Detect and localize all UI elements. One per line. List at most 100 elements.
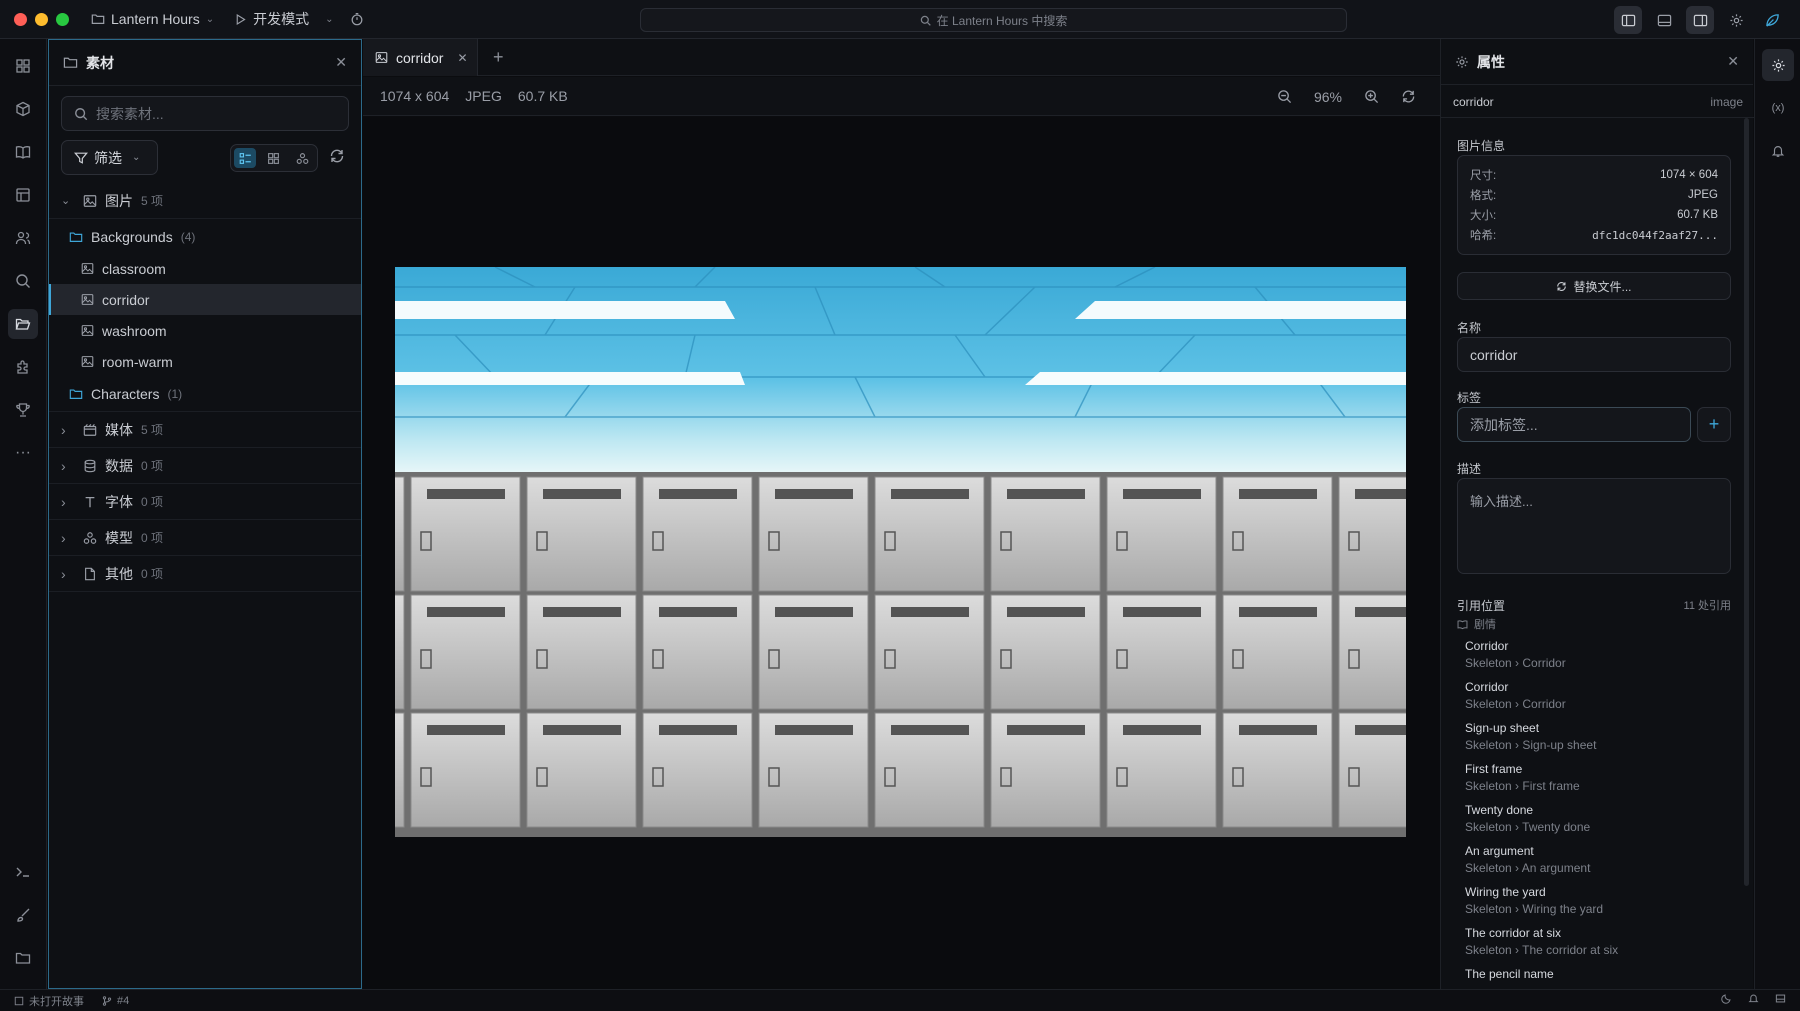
description-textarea[interactable]: 输入描述... [1457, 478, 1731, 574]
category-fonts[interactable]: › 字体 0 项 [49, 484, 361, 520]
panel-icon[interactable] [1775, 993, 1786, 1004]
category-data[interactable]: › 数据 0 项 [49, 448, 361, 484]
refresh-icon[interactable] [329, 148, 345, 164]
asset-item-corridor[interactable]: corridor [49, 284, 361, 315]
settings-gear-icon[interactable] [1722, 6, 1750, 34]
grid-view-icon[interactable] [263, 148, 285, 168]
chevron-right-icon: › [61, 457, 66, 474]
reference-item[interactable]: Corridor Skeleton › Corridor [1465, 680, 1566, 711]
reference-item[interactable]: Twenty done Skeleton › Twenty done [1465, 803, 1590, 834]
gear-icon[interactable] [1762, 49, 1794, 81]
tags-input[interactable]: 添加标签... [1457, 407, 1691, 442]
project-name: Lantern Hours [111, 11, 200, 27]
brush-icon[interactable] [8, 900, 38, 930]
category-media[interactable]: › 媒体 5 项 [49, 412, 361, 448]
zoom-out-icon[interactable] [1277, 89, 1292, 104]
asset-item-classroom[interactable]: classroom [49, 253, 361, 284]
search-icon[interactable] [8, 266, 38, 296]
category-count: 5 项 [141, 194, 164, 208]
story-status[interactable]: 未打开故事 [14, 993, 84, 1009]
toggle-bottom-panel-button[interactable] [1650, 6, 1678, 34]
reference-item[interactable]: Wiring the yard Skeleton › Wiring the yar… [1465, 885, 1603, 916]
list-view-icon[interactable] [234, 148, 257, 168]
bell-icon[interactable] [1762, 135, 1794, 167]
project-selector[interactable]: Lantern Hours ⌄ [91, 11, 214, 27]
puzzle-icon[interactable] [8, 352, 38, 382]
leaf-logo-icon[interactable] [1758, 6, 1786, 34]
lockers [395, 476, 1406, 828]
replace-file-button[interactable]: 替换文件... [1457, 272, 1731, 300]
book-icon[interactable] [8, 137, 38, 167]
reference-item[interactable]: Sign-up sheet Skeleton › Sign-up sheet [1465, 721, 1596, 752]
locker-vent [543, 489, 621, 499]
mode-selector[interactable]: 开发模式 ⌄ [234, 9, 334, 29]
layout-icon[interactable] [8, 180, 38, 210]
toggle-left-panel-button[interactable] [1614, 6, 1642, 34]
image-info-box: 尺寸: 1074 × 604 格式: JPEG 大小: 60.7 KB 哈希: dfc1… [1457, 155, 1731, 255]
locker-vent [775, 725, 853, 735]
moon-icon[interactable] [1721, 993, 1732, 1004]
asset-item-room-warm[interactable]: room-warm [49, 346, 361, 377]
folder-icon[interactable] [8, 943, 38, 973]
reference-item[interactable]: Corridor Skeleton › Corridor [1465, 639, 1566, 670]
maximize-window-button[interactable] [56, 12, 69, 26]
locker-vent [891, 607, 969, 617]
timer-icon[interactable] [350, 12, 364, 26]
cube-icon[interactable] [8, 94, 38, 124]
reference-item[interactable]: First frame Skeleton › First frame [1465, 762, 1580, 793]
folder-icon [91, 12, 105, 26]
asset-item-washroom[interactable]: washroom [49, 315, 361, 346]
asset-identity: corridor image [1453, 95, 1743, 109]
folder-backgrounds[interactable]: Backgrounds (4) [49, 220, 361, 253]
locker-vent [659, 725, 737, 735]
minimize-window-button[interactable] [35, 12, 48, 26]
category-other[interactable]: › 其他 0 项 [49, 556, 361, 592]
new-tab-button[interactable]: + [493, 47, 504, 68]
editor-tab-bar: corridor ✕ + [363, 39, 1440, 76]
variables-icon[interactable]: (x) [1762, 92, 1794, 124]
bell-icon[interactable] [1748, 993, 1759, 1004]
properties-panel: 属性 ✕ corridor image 图片信息 尺寸: 1074 × 604 格… [1440, 39, 1754, 989]
more-icon[interactable]: ··· [8, 438, 38, 468]
name-field[interactable]: corridor [1457, 337, 1731, 372]
dashboard-icon[interactable] [8, 51, 38, 81]
close-window-button[interactable] [14, 12, 27, 26]
window-controls [14, 12, 69, 26]
zoom-in-icon[interactable] [1364, 89, 1379, 104]
locker-vent [1355, 725, 1406, 735]
locker-vent [1007, 607, 1085, 617]
folder-open-icon[interactable] [8, 309, 38, 339]
chevron-down-icon: ⌄ [61, 195, 71, 207]
reference-item[interactable]: The corridor at six Skeleton › The corrid… [1465, 926, 1618, 957]
filter-button[interactable]: 筛选 ⌄ [61, 140, 158, 175]
references-label: 引用位置 [1457, 599, 1506, 613]
properties-scrollbar[interactable] [1744, 118, 1749, 886]
properties-title: 属性 [1477, 53, 1505, 70]
terminal-icon[interactable] [8, 857, 38, 887]
reset-zoom-icon[interactable] [1401, 89, 1416, 104]
folder-icon [63, 55, 78, 70]
toggle-right-panel-button[interactable] [1686, 6, 1714, 34]
add-tag-button[interactable]: + [1697, 407, 1731, 442]
close-icon[interactable]: ✕ [335, 54, 347, 71]
tab-corridor[interactable]: corridor ✕ [363, 39, 478, 76]
close-tab-icon[interactable]: ✕ [457, 51, 467, 65]
folder-characters[interactable]: Characters (1) [49, 377, 361, 412]
branch-status[interactable]: #4 [102, 995, 129, 1007]
asset-search-input[interactable]: 搜索素材... [61, 96, 349, 131]
global-search[interactable]: 在 Lantern Hours 中搜索 [640, 8, 1347, 32]
reference-item[interactable]: An argument Skeleton › An argument [1465, 844, 1590, 875]
category-images[interactable]: ⌄ 图片 5 项 [49, 183, 361, 219]
branch-label: #4 [117, 994, 130, 1007]
zoom-level: 96% [1313, 88, 1342, 105]
trophy-icon[interactable] [8, 395, 38, 425]
chevron-right-icon: › [61, 529, 66, 546]
cluster-view-icon[interactable] [292, 148, 314, 168]
category-models[interactable]: › 模型 0 项 [49, 520, 361, 556]
reference-item[interactable]: The pencil name [1465, 967, 1554, 981]
asset-label: room-warm [102, 353, 173, 370]
branch-icon [102, 995, 112, 1006]
close-icon[interactable]: ✕ [1727, 53, 1739, 70]
users-icon[interactable] [8, 223, 38, 253]
locker-vent [775, 489, 853, 499]
